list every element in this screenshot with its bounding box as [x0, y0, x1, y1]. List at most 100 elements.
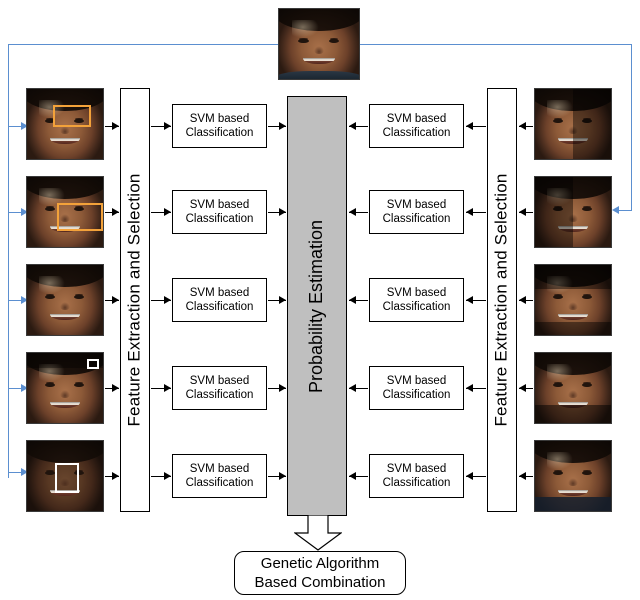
left-thumb-3 — [26, 264, 104, 336]
left-svm-box-4: SVM based Classification — [172, 366, 267, 410]
arrowhead-right-svm-4 — [466, 384, 473, 392]
arrowhead-prob-left-5 — [279, 472, 286, 480]
right-feature-extraction-label: Feature Extraction and Selection — [492, 173, 512, 427]
left-svm-box-2: SVM based Classification — [172, 190, 267, 234]
arrowhead-prob-right-2 — [349, 208, 356, 216]
feedback-line-right-trunk — [631, 44, 632, 210]
mask-bottom-band — [535, 322, 611, 335]
arrowhead-left-svm-3 — [164, 296, 171, 304]
arrowhead-prob-left-1 — [279, 122, 286, 130]
arrowhead-right-svm-3 — [466, 296, 473, 304]
left-feature-extraction-label: Feature Extraction and Selection — [125, 173, 145, 427]
arrowhead-prob-left-4 — [279, 384, 286, 392]
mask-right-half — [573, 89, 611, 159]
probe-face-image — [278, 8, 360, 80]
right-thumb-3 — [534, 264, 612, 336]
arrowhead-right-svm-1 — [466, 122, 473, 130]
feedback-branch-left-1 — [8, 126, 21, 127]
left-svm-2-line2: Classification — [185, 213, 254, 225]
feedback-branch-right-2 — [619, 210, 632, 211]
left-svm-5-line1: SVM based — [189, 463, 250, 475]
right-svm-3-line2: Classification — [382, 301, 451, 313]
arrowhead-prob-right-5 — [349, 472, 356, 480]
arrowhead-right-thumb-3 — [519, 296, 526, 304]
probability-estimation-label: Probability Estimation — [306, 219, 327, 393]
feedback-branch-left-3 — [8, 300, 21, 301]
right-svm-5-line1: SVM based — [386, 463, 447, 475]
arrowhead-right-thumb-2 — [519, 208, 526, 216]
left-thumb-4 — [26, 352, 104, 424]
diagram-canvas: Feature Extraction and Selection SVM bas… — [0, 0, 640, 600]
arrowhead-prob-right-1 — [349, 122, 356, 130]
arrowhead-left-4 — [112, 384, 119, 392]
probability-to-output-arrow — [294, 515, 342, 551]
feedback-line-top-left — [8, 44, 278, 45]
left-svm-box-5: SVM based Classification — [172, 454, 267, 498]
ga-output-line1: Genetic Algorithm — [260, 555, 380, 572]
right-svm-box-2: SVM based Classification — [369, 190, 464, 234]
arrowhead-prob-left-2 — [279, 208, 286, 216]
feedback-arrow-right-2 — [612, 206, 619, 214]
right-svm-1-line2: Classification — [382, 127, 451, 139]
arrowhead-left-svm-4 — [164, 384, 171, 392]
left-svm-5-line2: Classification — [185, 477, 254, 489]
roi-box-eye-nose — [57, 203, 103, 231]
left-svm-1-line1: SVM based — [189, 113, 250, 125]
arrowhead-right-svm-5 — [466, 472, 473, 480]
arrowhead-left-svm-2 — [164, 208, 171, 216]
arrowhead-left-3 — [112, 296, 119, 304]
arrowhead-left-2 — [112, 208, 119, 216]
left-svm-box-3: SVM based Classification — [172, 278, 267, 322]
left-feature-extraction-block: Feature Extraction and Selection — [120, 88, 150, 512]
left-svm-box-1: SVM based Classification — [172, 104, 267, 148]
arrowhead-left-svm-1 — [164, 122, 171, 130]
left-svm-3-line1: SVM based — [189, 287, 250, 299]
left-thumb-2 — [26, 176, 104, 248]
right-svm-box-3: SVM based Classification — [369, 278, 464, 322]
arrowhead-right-thumb-1 — [519, 122, 526, 130]
arrowhead-prob-left-3 — [279, 296, 286, 304]
right-svm-2-line1: SVM based — [386, 199, 447, 211]
left-svm-4-line1: SVM based — [189, 375, 250, 387]
right-thumb-2 — [534, 176, 612, 248]
arrowhead-prob-right-3 — [349, 296, 356, 304]
roi-box-corner — [87, 359, 99, 369]
right-svm-5-line2: Classification — [382, 477, 451, 489]
arrowhead-right-thumb-5 — [519, 472, 526, 480]
mask-top-band — [535, 265, 611, 289]
right-thumb-4 — [534, 352, 612, 424]
right-svm-1-line1: SVM based — [386, 113, 447, 125]
feedback-branch-left-4 — [8, 388, 21, 389]
right-svm-box-1: SVM based Classification — [369, 104, 464, 148]
right-thumb-5 — [534, 440, 612, 512]
right-svm-3-line1: SVM based — [386, 287, 447, 299]
roi-box-eye — [53, 105, 91, 127]
mask-shirt-band — [535, 497, 611, 511]
left-svm-3-line2: Classification — [185, 301, 254, 313]
feedback-line-top-right — [360, 44, 632, 45]
left-svm-1-line2: Classification — [185, 127, 254, 139]
probability-estimation-block: Probability Estimation — [287, 96, 347, 516]
right-svm-2-line2: Classification — [382, 213, 451, 225]
right-thumb-1 — [534, 88, 612, 160]
feedback-branch-left-5 — [8, 472, 21, 473]
arrowhead-left-1 — [112, 122, 119, 130]
feedback-branch-left-2 — [8, 212, 21, 213]
arrowhead-right-svm-2 — [466, 208, 473, 216]
mask-left-half — [535, 177, 573, 247]
roi-box-nose — [55, 463, 79, 493]
ga-output-line2: Based Combination — [254, 574, 386, 591]
right-svm-box-4: SVM based Classification — [369, 366, 464, 410]
feedback-line-left-trunk — [8, 44, 9, 478]
left-thumb-1 — [26, 88, 104, 160]
left-svm-4-line2: Classification — [185, 389, 254, 401]
right-svm-4-line2: Classification — [382, 389, 451, 401]
arrowhead-prob-right-4 — [349, 384, 356, 392]
arrowhead-left-5 — [112, 472, 119, 480]
right-svm-box-5: SVM based Classification — [369, 454, 464, 498]
right-svm-4-line1: SVM based — [386, 375, 447, 387]
left-svm-2-line1: SVM based — [189, 199, 250, 211]
genetic-algorithm-output-block: Genetic Algorithm Based Combination — [234, 551, 406, 595]
mask-lower-band — [535, 404, 611, 423]
arrowhead-left-svm-5 — [164, 472, 171, 480]
